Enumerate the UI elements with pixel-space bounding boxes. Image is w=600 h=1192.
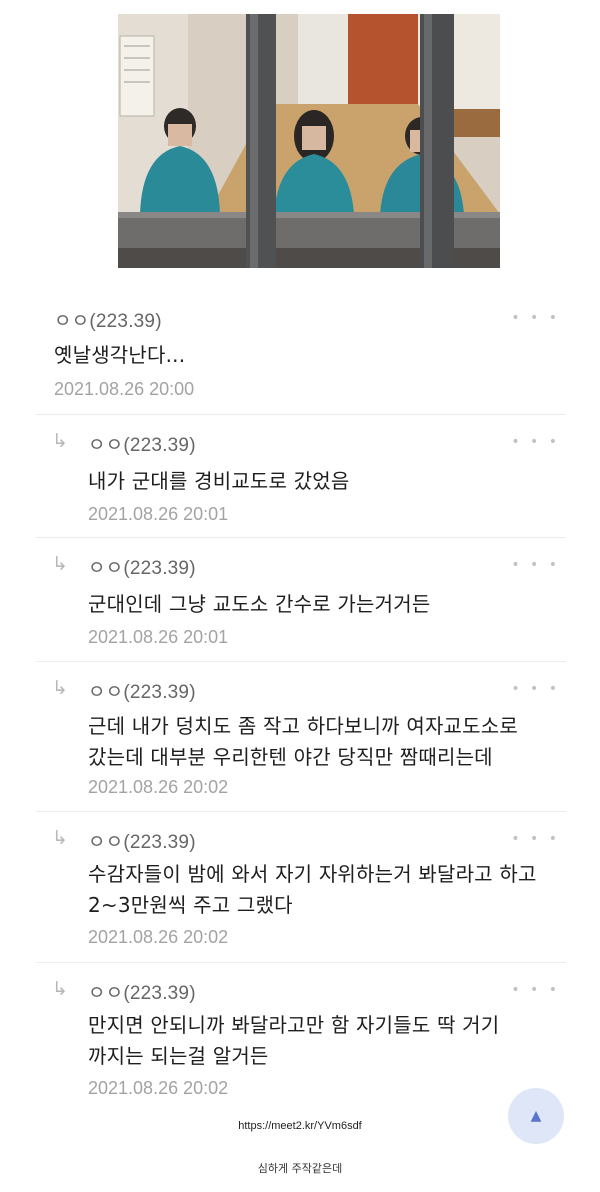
reply-arrow-icon: ↳ <box>52 827 68 849</box>
reply-item: ↳ ㅇㅇ(223.39) • • • 수감자들이 밤에 와서 자기 자위하는거 … <box>36 811 566 963</box>
more-dots-icon[interactable]: • • • <box>511 434 560 450</box>
article-photo <box>118 14 500 268</box>
more-dots-icon[interactable]: • • • <box>511 982 560 998</box>
comment-text: 내가 군대를 경비교도로 갔었음 <box>88 469 350 493</box>
comment-timestamp: 2021.08.26 20:01 <box>88 627 229 647</box>
comment-author[interactable]: ㅇㅇ(223.39) <box>54 306 162 333</box>
reply-item: ↳ ㅇㅇ(223.39) • • • 만지면 안되니까 봐달라고만 함 자기들도… <box>36 962 566 1116</box>
comment-text: 군대인데 그냥 교도소 간수로 가는거거든 <box>88 592 431 616</box>
more-dots-icon[interactable]: • • • <box>511 557 560 573</box>
comment-author[interactable]: ㅇㅇ(223.39) <box>88 827 196 854</box>
reply-item: ↳ ㅇㅇ(223.39) • • • 군대인데 그냥 교도소 간수로 가는거거든… <box>36 537 566 662</box>
reply-item: ↳ ㅇㅇ(223.39) • • • 내가 군대를 경비교도로 갔었음 2021… <box>36 414 566 538</box>
caption-text: 심하게 주작같은데 <box>257 1162 343 1175</box>
comment-timestamp: 2021.08.26 20:02 <box>88 1078 229 1098</box>
comment-author[interactable]: ㅇㅇ(223.39) <box>88 553 196 580</box>
comment-author[interactable]: ㅇㅇ(223.39) <box>88 430 196 457</box>
reply-arrow-icon: ↳ <box>52 978 68 1000</box>
reply-item: ↳ ㅇㅇ(223.39) • • • 근데 내가 덩치도 좀 작고 하다보니까 … <box>36 661 566 812</box>
reply-arrow-icon: ↳ <box>52 677 68 699</box>
reply-arrow-icon: ↳ <box>52 553 68 575</box>
scroll-top-button[interactable]: ▲ <box>508 1088 564 1144</box>
comment-text: 근데 내가 덩치도 좀 작고 하다보니까 여자교도소로 갔는데 대부분 우리한텐… <box>88 714 518 769</box>
comment-author[interactable]: ㅇㅇ(223.39) <box>88 978 196 1005</box>
comment-timestamp: 2021.08.26 20:01 <box>88 504 229 524</box>
comment-text: 옛날생각난다... <box>54 343 186 367</box>
comment-timestamp: 2021.08.26 20:02 <box>88 777 229 797</box>
source-url[interactable]: https://meet2.kr/YVm6sdf <box>0 1120 600 1132</box>
more-dots-icon[interactable]: • • • <box>511 831 560 847</box>
more-dots-icon[interactable]: • • • <box>511 681 560 697</box>
comment-timestamp: 2021.08.26 20:00 <box>54 379 195 399</box>
reply-arrow-icon: ↳ <box>52 430 68 452</box>
more-dots-icon[interactable]: • • • <box>511 310 560 326</box>
comment-item: ㅇㅇ(223.39) • • • 옛날생각난다... 2021.08.26 20… <box>36 290 566 415</box>
comment-author[interactable]: ㅇㅇ(223.39) <box>88 677 196 704</box>
comment-list: ㅇㅇ(223.39) • • • 옛날생각난다... 2021.08.26 20… <box>36 290 566 1116</box>
comment-timestamp: 2021.08.26 20:02 <box>88 927 229 947</box>
comment-text: 수감자들이 밤에 와서 자기 자위하는거 봐달라고 하고 2~3만원씩 주고 그… <box>88 862 537 917</box>
comment-text: 만지면 안되니까 봐달라고만 함 자기들도 딱 거기 까지는 되는걸 알거든 <box>88 1013 500 1068</box>
